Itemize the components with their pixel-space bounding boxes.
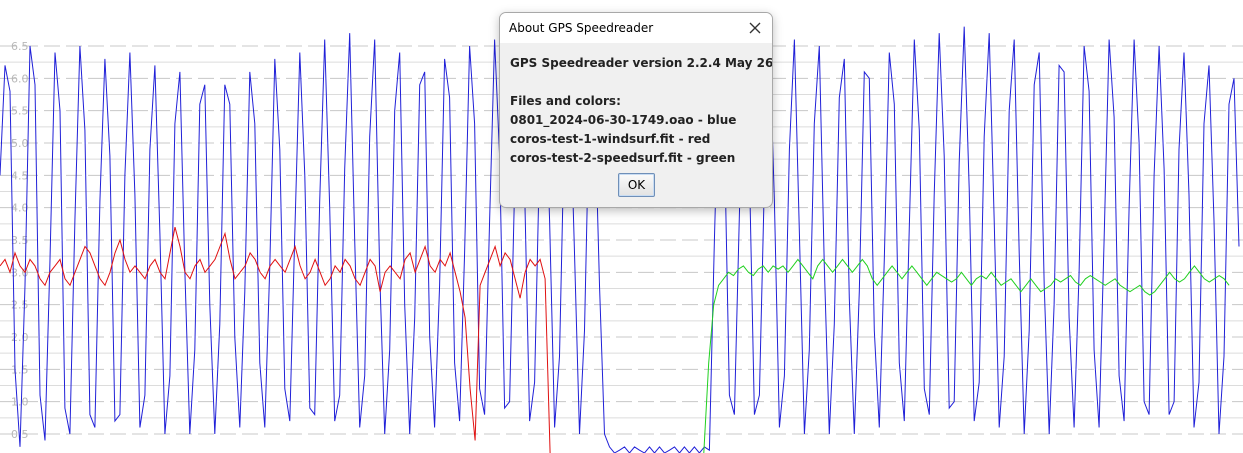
series-line-1 xyxy=(0,226,551,453)
files-header: Files and colors: xyxy=(510,94,621,108)
y-tick-label: 1.0 xyxy=(11,396,29,409)
version-text: GPS Speedreader version 2.2.4 May 26, 20… xyxy=(510,56,773,70)
y-tick-label: 6.0 xyxy=(11,72,29,85)
y-tick-label: 4.5 xyxy=(11,169,29,182)
close-icon[interactable] xyxy=(744,17,766,39)
dialog-title: About GPS Speedreader xyxy=(509,21,654,35)
y-tick-label: 2.0 xyxy=(11,331,29,344)
file-entry-blue: 0801_2024-06-30-1749.oao - blue xyxy=(510,113,737,127)
y-tick-label: 6.5 xyxy=(11,40,29,53)
file-entry-red: coros-test-1-windsurf.fit - red xyxy=(510,132,711,146)
ok-button[interactable]: OK xyxy=(618,173,655,197)
dialog-body: GPS Speedreader version 2.2.4 May 26, 20… xyxy=(500,44,772,168)
dialog-titlebar[interactable]: About GPS Speedreader xyxy=(500,13,772,44)
file-entry-green: coros-test-2-speedsurf.fit - green xyxy=(510,151,736,165)
y-tick-label: 5.5 xyxy=(11,105,29,118)
y-tick-label: 5.0 xyxy=(11,137,29,150)
y-tick-label: 1.5 xyxy=(11,363,29,376)
y-tick-label: 4.0 xyxy=(11,202,29,215)
about-dialog: About GPS Speedreader GPS Speedreader ve… xyxy=(499,12,773,208)
